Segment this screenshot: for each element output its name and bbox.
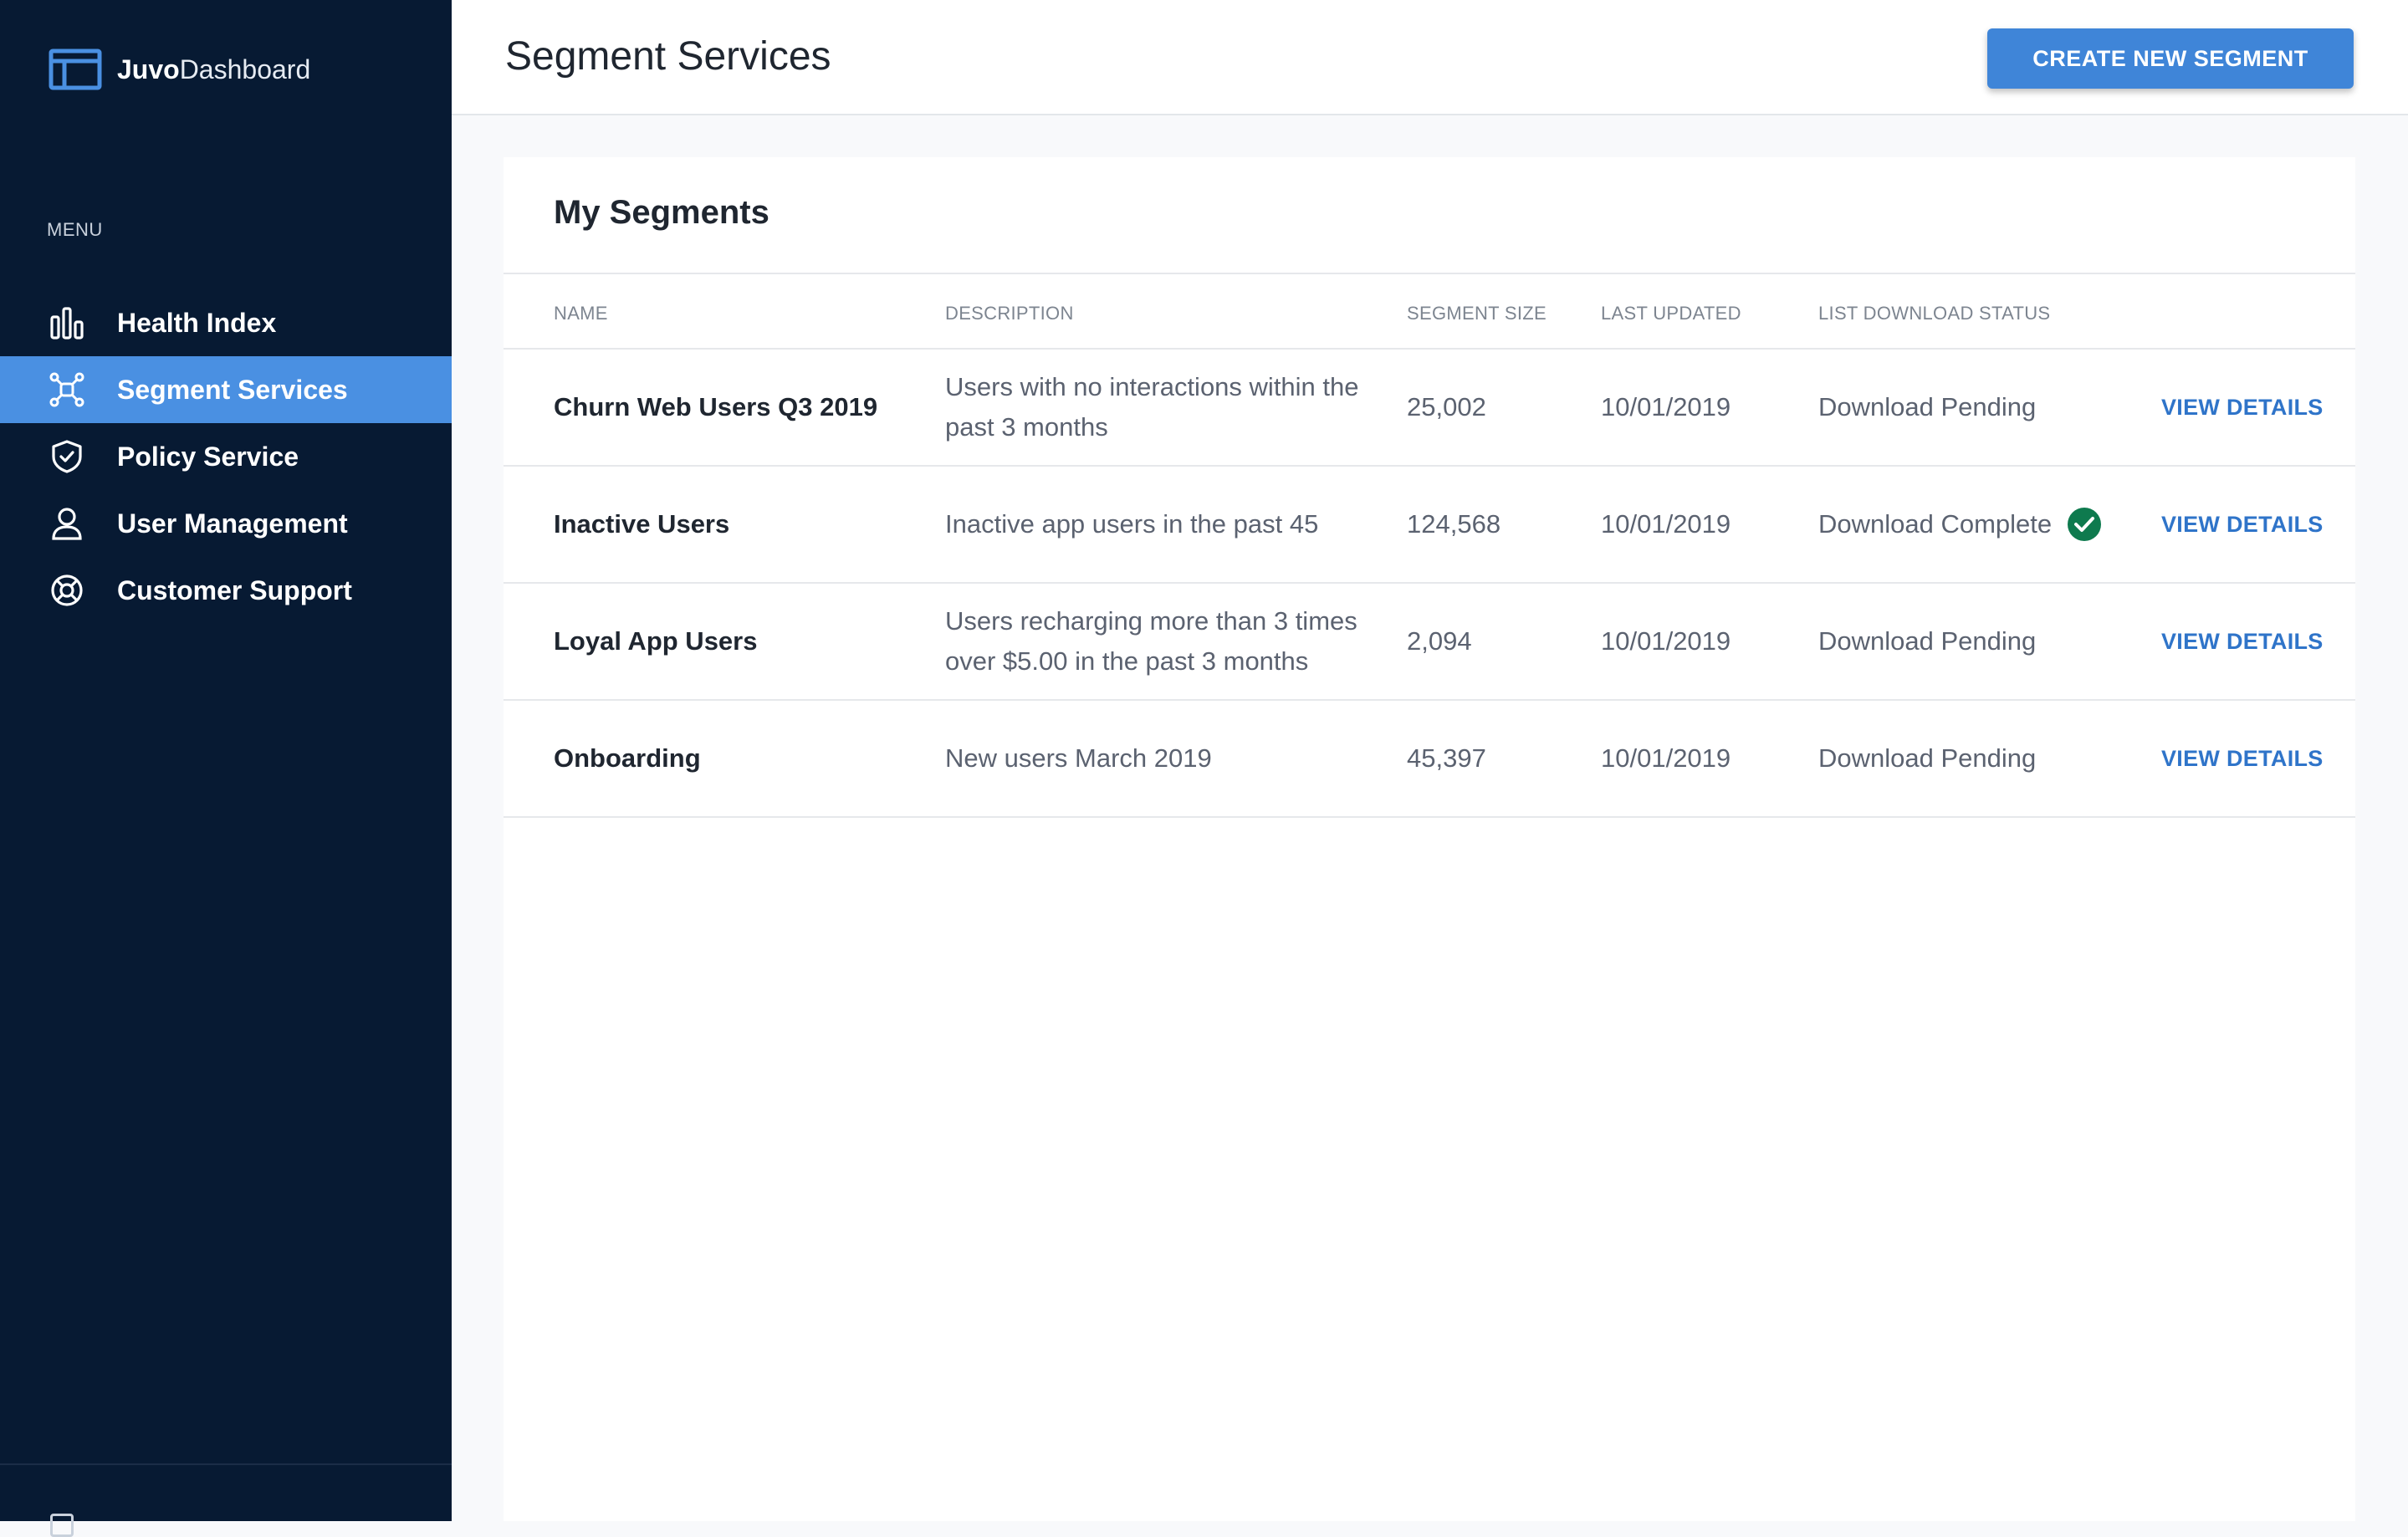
sidebar-item-label: Health Index [117, 307, 277, 338]
sidebar-item-customer-support[interactable]: Customer Support [0, 557, 452, 624]
segment-description: New users March 2019 [945, 743, 1212, 773]
create-new-segment-button[interactable]: CREATE NEW SEGMENT [1987, 28, 2354, 89]
download-status: Download Pending [1818, 743, 2037, 773]
segment-description: Users recharging more than 3 times over … [945, 606, 1357, 676]
lifebuoy-icon [49, 572, 85, 609]
page-header: Segment Services CREATE NEW SEGMENT [452, 0, 2408, 115]
table-header: NAME DESCRIPTION SEGMENT SIZE LAST UPDAT… [504, 274, 2355, 350]
card-title: My Segments [554, 194, 769, 231]
check-circle-icon [2068, 508, 2102, 541]
sidebar-item-policy-service[interactable]: Policy Service [0, 423, 452, 490]
view-details-link[interactable]: VIEW DETAILS [2161, 467, 2324, 582]
app-name: JuvoDashboard [117, 54, 311, 84]
column-header-download-status[interactable]: LIST DOWNLOAD STATUS [1818, 303, 2050, 324]
sidebar-item-label: Customer Support [117, 574, 352, 605]
sidebar-item-user-management[interactable]: User Management [0, 490, 452, 557]
download-status: Download Pending [1818, 392, 2037, 421]
bar-chart-icon [49, 304, 85, 341]
last-updated: 10/01/2019 [1601, 509, 1731, 539]
segment-size: 45,397 [1407, 743, 1486, 773]
segment-size: 2,094 [1407, 626, 1472, 656]
download-status: Download Pending [1818, 626, 2037, 656]
sidebar-nav: Health Index Segment Services Policy Ser… [0, 289, 452, 624]
view-details-link[interactable]: VIEW DETAILS [2161, 701, 2324, 816]
column-header-description[interactable]: DESCRIPTION [945, 303, 1074, 324]
view-details-link[interactable]: VIEW DETAILS [2161, 350, 2324, 465]
sidebar: JuvoDashboard MENU Health Index Segment … [0, 0, 452, 1537]
table-row: Onboarding New users March 2019 45,397 1… [504, 701, 2355, 818]
segment-description: Users with no interactions within the pa… [945, 372, 1359, 442]
segment-size: 124,568 [1407, 509, 1501, 539]
table-row: Churn Web Users Q3 2019 Users with no in… [504, 350, 2355, 467]
menu-label: MENU [47, 219, 103, 240]
download-status-cell: Download Complete [1818, 467, 2102, 582]
page-title: Segment Services [505, 34, 831, 79]
segment-name: Churn Web Users Q3 2019 [554, 392, 878, 421]
segment-name: Inactive Users [554, 509, 730, 539]
last-updated: 10/01/2019 [1601, 626, 1731, 656]
user-icon [49, 505, 85, 542]
view-details-link[interactable]: VIEW DETAILS [2161, 584, 2324, 699]
sidebar-divider [0, 1463, 452, 1465]
sidebar-item-label: Policy Service [117, 441, 299, 472]
sidebar-item-segment-services[interactable]: Segment Services [0, 356, 452, 423]
column-header-last-updated[interactable]: LAST UPDATED [1601, 303, 1741, 324]
sidebar-item-label: User Management [117, 508, 348, 539]
segment-size: 25,002 [1407, 392, 1486, 421]
sidebar-item-label: Segment Services [117, 374, 348, 405]
segment-name: Onboarding [554, 743, 701, 773]
document-icon[interactable] [50, 1514, 74, 1537]
dashboard-logo-icon [49, 49, 102, 90]
column-header-segment-size[interactable]: SEGMENT SIZE [1407, 303, 1547, 324]
sidebar-item-health-index[interactable]: Health Index [0, 289, 452, 356]
table-row: Inactive Users Inactive app users in the… [504, 467, 2355, 584]
segments-card: My Segments NAME DESCRIPTION SEGMENT SIZ… [504, 157, 2355, 1521]
shield-check-icon [49, 438, 85, 475]
last-updated: 10/01/2019 [1601, 392, 1731, 421]
segment-name: Loyal App Users [554, 626, 758, 656]
network-icon [49, 371, 85, 408]
app-logo[interactable]: JuvoDashboard [49, 49, 310, 90]
download-status: Download Complete [1818, 509, 2053, 539]
table-row: Loyal App Users Users recharging more th… [504, 584, 2355, 701]
last-updated: 10/01/2019 [1601, 743, 1731, 773]
segment-description: Inactive app users in the past 45 [945, 509, 1319, 539]
column-header-name[interactable]: NAME [554, 303, 608, 324]
